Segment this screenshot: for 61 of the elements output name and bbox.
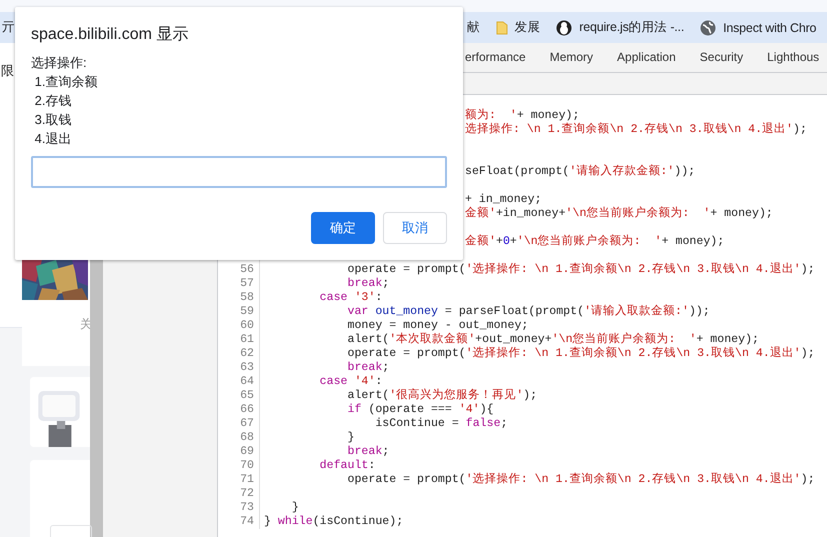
code-line: 金额'+0+'\n您当前账户余额为: '+ money);: [465, 235, 724, 248]
code-line: alert('很高兴为您服务！再见');: [346, 389, 538, 402]
devtools-tab[interactable]: Application: [605, 43, 688, 72]
line-number: 62: [240, 347, 254, 360]
dialog-message: 选择操作: 1.查询余额 2.存钱 3.取钱 4.退出: [31, 54, 98, 148]
line-number: 57: [240, 277, 254, 290]
line-number: 59: [240, 305, 254, 318]
devtools-tab[interactable]: Memory: [538, 43, 606, 72]
devtools-tab[interactable]: Security: [688, 43, 756, 72]
code-line: case '4':: [318, 375, 382, 388]
code-line: 额为: '+ money);: [465, 109, 580, 122]
code-line: break;: [346, 445, 390, 458]
line-number: 73: [240, 501, 254, 514]
code-line: seFloat(prompt('请输入存款金额:'));: [465, 165, 696, 178]
cancel-button[interactable]: 取消: [383, 212, 447, 244]
code-line: break;: [346, 277, 390, 290]
code-line: money = money - out_money;: [346, 319, 528, 332]
code-line: + in_money;: [465, 193, 542, 206]
code-line: operate = prompt('选择操作: \n 1.查询余额\n 2.存钱\n 3.取钱\n 4.退出');: [346, 347, 815, 360]
line-number: 63: [240, 361, 254, 374]
folder-icon: [496, 20, 508, 34]
line-number: 74: [240, 515, 254, 528]
line-number: 68: [240, 431, 254, 444]
devtools-tab[interactable]: Lighthous: [755, 43, 827, 72]
code-line: operate = prompt('选择操作: \n 1.查询余额\n 2.存钱\n 3.取钱\n 4.退出');: [346, 473, 815, 486]
code-line: }: [290, 501, 299, 514]
code-line: case '3':: [318, 291, 382, 304]
code-line: break;: [346, 361, 390, 374]
line-number: 64: [240, 375, 254, 388]
line-number: 61: [240, 333, 254, 346]
dialog-title: space.bilibili.com 显示: [31, 25, 190, 45]
bookmark[interactable]: 发展: [514, 19, 540, 36]
bookmark[interactable]: require.js的用法 -...: [579, 19, 684, 36]
line-number: 72: [240, 487, 254, 500]
line-number: 67: [240, 417, 254, 430]
code-line: isContinue = false;: [374, 417, 508, 430]
code-line: }: [346, 431, 354, 444]
code-line: 选择操作: \n 1.查询余额\n 2.存钱\n 3.取钱\n 4.退出');: [465, 123, 807, 136]
code-line: alert('本次取款金额'+out_money+'\n您当前账户余额为: '+ money);: [346, 333, 760, 346]
ok-button[interactable]: 确定: [311, 212, 375, 244]
bookmark[interactable]: Inspect with Chro: [723, 20, 816, 34]
code-line: } while(isContinue);: [264, 515, 404, 528]
code-line: 金额'+in_money+'\n您当前账户余额为: '+ money);: [465, 207, 773, 220]
page-text: 限: [1, 62, 14, 80]
bookmark[interactable]: 献: [466, 19, 480, 36]
line-number: 71: [240, 473, 254, 486]
line-number: 56: [240, 263, 254, 276]
code-line: if (operate === '4'){: [346, 403, 494, 416]
line-number: 58: [240, 291, 254, 304]
code-line: operate = prompt('选择操作: \n 1.查询余额\n 2.存钱\n 3.取钱\n 4.退出');: [346, 263, 815, 276]
line-number: 60: [240, 319, 254, 332]
bookmark[interactable]: 亓: [2, 19, 15, 36]
line-number: 65: [240, 389, 254, 402]
globe-icon: [700, 20, 716, 36]
input-field[interactable]: [31, 156, 447, 188]
code-line: var out_money = parseFloat(prompt('请输入取款金额:'));: [346, 305, 710, 318]
line-number: 66: [240, 403, 254, 416]
line-number: 70: [240, 459, 254, 472]
round-icon: [556, 20, 572, 36]
line-number: 69: [240, 445, 254, 458]
code-line: default:: [318, 459, 376, 472]
